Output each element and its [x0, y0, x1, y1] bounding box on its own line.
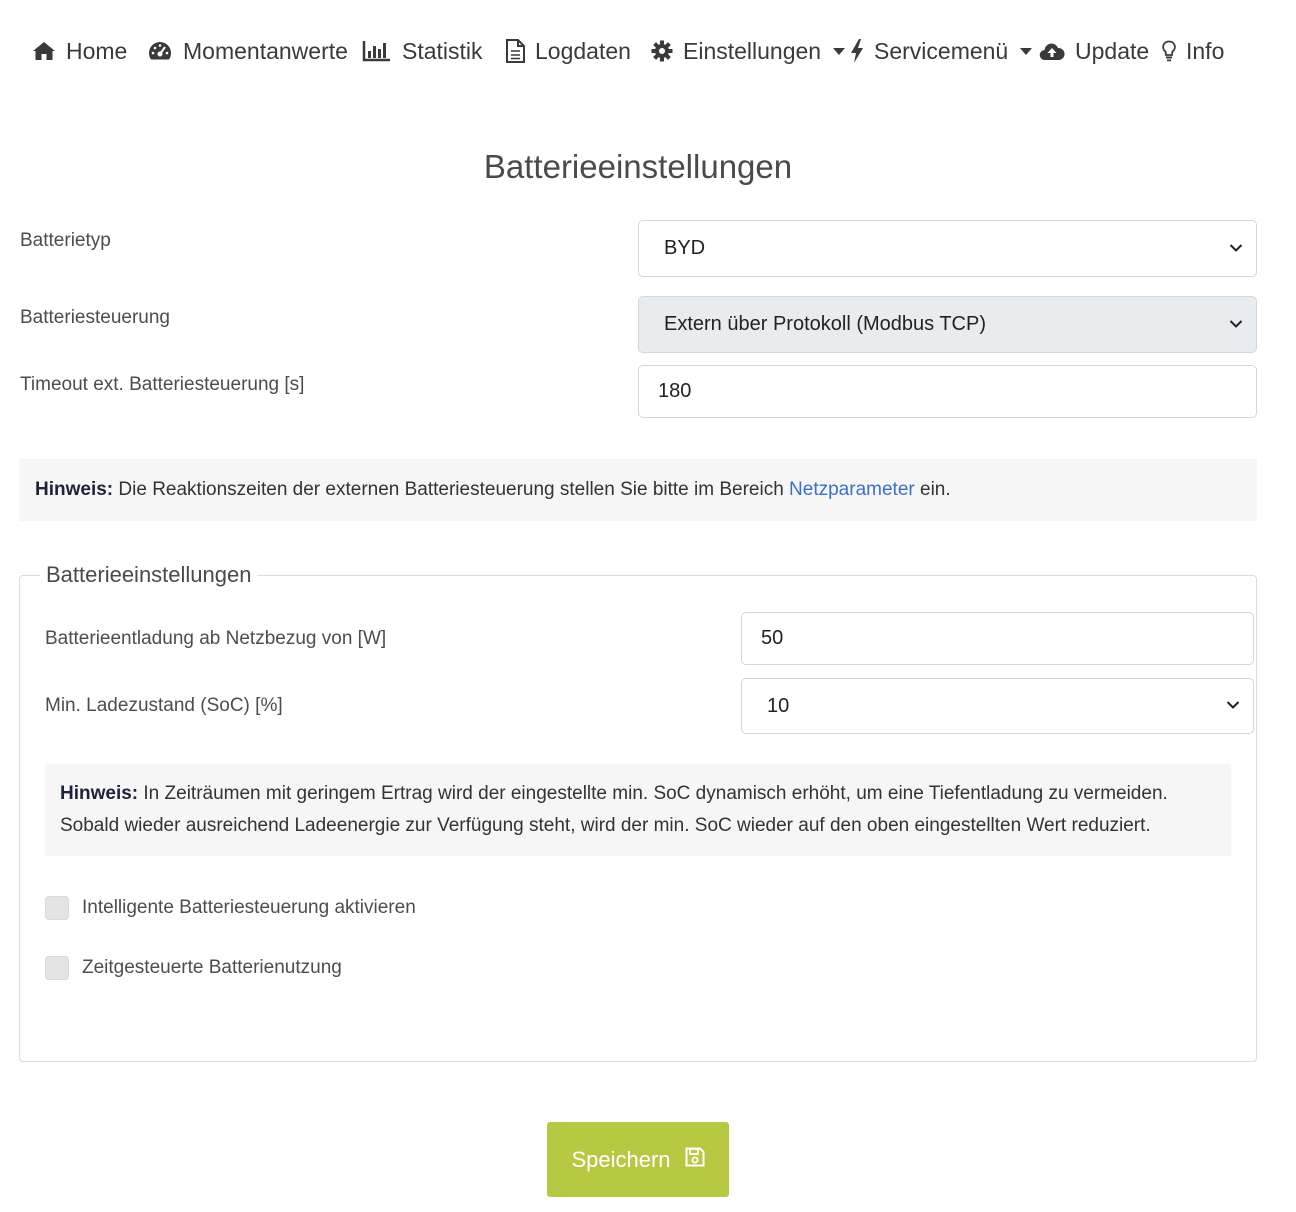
checkbox-label: Intelligente Batteriesteuerung aktiviere…: [82, 897, 416, 918]
document-icon: [505, 39, 525, 63]
hint-soc-text: In Zeiträumen mit geringem Ertrag wird d…: [60, 783, 1168, 836]
soc-value: 10: [767, 694, 790, 717]
nav-einstellungen-label: Einstellungen: [683, 37, 822, 64]
bar-chart-icon: [362, 40, 392, 62]
chevron-down-icon: [1229, 319, 1243, 328]
soc-select[interactable]: 10: [741, 678, 1254, 734]
hint-soc-bold-label: Hinweis:: [60, 783, 139, 804]
page-title: Batterieeinstellungen: [483, 148, 793, 185]
hint-text: Die Reaktionszeiten der externen Batteri…: [113, 479, 790, 500]
batteriesteuerung-label: Batteriesteuerung: [20, 307, 170, 328]
nav-logdaten-label: Logdaten: [535, 37, 631, 64]
timeout-value: 180: [658, 380, 692, 402]
chevron-down-icon: [1229, 243, 1243, 252]
nav-einstellungen[interactable]: Einstellungen: [651, 34, 846, 68]
nav-servicemenu[interactable]: Servicemenü: [850, 34, 1033, 68]
chevron-down-icon: [1226, 701, 1240, 709]
nav-momentanwerte[interactable]: Momentanwerte: [147, 34, 348, 68]
nav-update-label: Update: [1075, 37, 1150, 64]
nav-statistik-label: Statistik: [402, 37, 483, 64]
hint-box-soc: Hinweis: In Zeiträumen mit geringem Ertr…: [45, 764, 1231, 856]
save-button[interactable]: Speichern: [547, 1122, 729, 1197]
gear-icon: [651, 40, 673, 62]
hint-bold-label: Hinweis:: [35, 479, 114, 500]
nav-logdaten[interactable]: Logdaten: [505, 34, 631, 68]
entladung-value: 50: [761, 627, 784, 649]
lightbulb-icon: [1162, 40, 1176, 62]
nav-home[interactable]: Home: [32, 34, 127, 68]
nav-home-label: Home: [66, 37, 128, 64]
netzparameter-link[interactable]: Netzparameter: [789, 479, 915, 500]
dashboard-gauge-icon: [147, 40, 173, 62]
chevron-down-icon: [1020, 47, 1033, 55]
home-icon: [32, 41, 56, 61]
nav-info-label: Info: [1186, 37, 1225, 64]
batteriesteuerung-select[interactable]: Extern über Protokoll (Modbus TCP): [638, 296, 1257, 353]
batteriesteuerung-value: Extern über Protokoll (Modbus TCP): [664, 313, 986, 335]
nav-servicemenu-label: Servicemenü: [874, 37, 1009, 64]
checkbox-intelligente-steuerung[interactable]: Intelligente Batteriesteuerung aktiviere…: [45, 896, 416, 920]
chevron-down-icon: [833, 47, 846, 55]
entladung-input[interactable]: 50: [741, 612, 1254, 665]
checkbox-label: Zeitgesteuerte Batterienutzung: [82, 957, 342, 978]
fieldset-legend: Batterieeinstellungen: [40, 562, 258, 588]
checkbox-zeitgesteuert[interactable]: Zeitgesteuerte Batterienutzung: [45, 956, 342, 980]
soc-label: Min. Ladezustand (SoC) [%]: [45, 695, 283, 716]
timeout-input[interactable]: 180: [638, 365, 1257, 418]
batterietyp-label: Batterietyp: [20, 230, 111, 251]
batterietyp-value: BYD: [664, 237, 706, 259]
save-button-label: Speichern: [571, 1146, 671, 1172]
timeout-label: Timeout ext. Batteriesteuerung [s]: [20, 374, 305, 395]
checkbox[interactable]: [45, 956, 69, 980]
entladung-label: Batterieentladung ab Netzbezug von [W]: [45, 628, 387, 649]
hint-text-end: ein.: [914, 479, 951, 500]
lightning-bolt-icon: [850, 39, 864, 63]
nav-momentanwerte-label: Momentanwerte: [183, 37, 348, 64]
nav-update[interactable]: Update: [1039, 34, 1149, 68]
main-nav: Home Momentanwerte Statistik Logdaten Ei…: [0, 0, 1296, 100]
cloud-upload-icon: [1039, 41, 1065, 61]
batterietyp-select[interactable]: BYD: [638, 220, 1257, 277]
checkbox[interactable]: [45, 896, 69, 920]
battery-settings-fieldset: Batterieeinstellungen Batterieentladung …: [19, 562, 1257, 1062]
hint-box-reaktionszeiten: Hinweis: Die Reaktionszeiten der externe…: [19, 459, 1257, 521]
floppy-disk-icon: [685, 1147, 705, 1173]
nav-info[interactable]: Info: [1162, 34, 1224, 68]
nav-statistik[interactable]: Statistik: [362, 34, 483, 68]
